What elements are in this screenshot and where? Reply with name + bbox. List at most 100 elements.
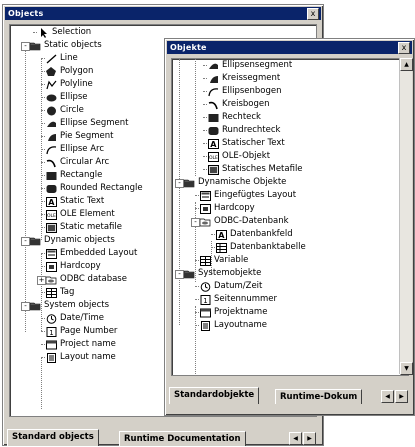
tree-item[interactable]: Systemobjekte xyxy=(184,267,261,280)
rounded-rectangle-icon xyxy=(208,126,219,136)
tree-expander-icon[interactable]: - xyxy=(175,270,184,279)
tree-item[interactable]: Kreissegment xyxy=(208,72,280,85)
tree-item[interactable]: Rundrechteck xyxy=(208,124,280,137)
scroll-down-icon[interactable]: ▼ xyxy=(400,362,413,375)
tree-item[interactable]: Polyline xyxy=(46,78,93,91)
tree-expander-icon[interactable]: - xyxy=(21,302,30,311)
tree-item[interactable]: Eingefügtes Layout xyxy=(200,189,296,202)
folder-icon xyxy=(184,178,195,188)
tree-item[interactable]: Static objects xyxy=(30,39,102,52)
tree-item[interactable]: 1 Page Number xyxy=(46,325,117,338)
vertical-scrollbar[interactable]: ▲ ▼ xyxy=(399,58,413,375)
tree-item[interactable]: Rechteck xyxy=(208,111,261,124)
tree-item[interactable]: A Static Text xyxy=(46,195,104,208)
svg-text:1: 1 xyxy=(49,329,53,337)
tree-item-label: Datum/Zeit xyxy=(214,281,263,291)
tab-scroll-right-icon[interactable]: ▶ xyxy=(303,432,316,445)
tree-item-label: OLE-Objekt xyxy=(222,151,271,161)
tree-item-label: Rundrechteck xyxy=(222,125,281,135)
tree-item[interactable]: Polygon xyxy=(46,65,93,78)
metafile-icon xyxy=(46,222,57,233)
tab-standardobjekte[interactable]: Standardobjekte xyxy=(169,387,260,404)
tree-item-label: Projektname xyxy=(214,307,268,317)
tree-item[interactable]: System objects xyxy=(30,299,109,312)
tree-item-label: Page Number xyxy=(60,326,118,336)
tree-item[interactable]: Layout name xyxy=(46,351,116,364)
tree-item-label: Ellipsensegment xyxy=(222,60,293,70)
tree-item[interactable]: Tag xyxy=(46,286,74,299)
tree-item[interactable]: Pie Segment xyxy=(46,130,113,143)
tree-item[interactable]: Datenbanktabelle xyxy=(216,241,306,254)
tree-item[interactable]: Layoutname xyxy=(200,319,267,332)
objekte-titlebar[interactable]: Objekte x xyxy=(167,41,412,54)
tree-item[interactable]: Hardcopy xyxy=(46,260,101,273)
tree-expander-icon[interactable]: - xyxy=(175,179,184,188)
tab-scroll-right-icon-de[interactable]: ▶ xyxy=(395,390,408,403)
line-icon xyxy=(46,54,57,64)
tree-item[interactable]: Ellipse Arc xyxy=(46,143,104,156)
tree-item-label: System objects xyxy=(44,300,110,310)
tree-item[interactable]: Circle xyxy=(46,104,84,117)
database-icon xyxy=(46,275,57,285)
objects-titlebar[interactable]: Objects x xyxy=(5,7,321,20)
tree-expander-icon[interactable]: - xyxy=(191,218,200,227)
tree-item[interactable]: ODBC database xyxy=(46,273,127,286)
svg-text:A: A xyxy=(48,198,55,207)
tree-item[interactable]: Ellipsenbogen xyxy=(208,85,282,98)
clock-icon xyxy=(46,313,57,324)
tree-item[interactable]: Projektname xyxy=(200,306,267,319)
tree-expander-icon[interactable]: - xyxy=(21,237,30,246)
tree-item-label: Dynamic objects xyxy=(44,235,115,245)
tree-item[interactable]: A Datenbankfeld xyxy=(216,228,293,241)
ellipse-arc-icon xyxy=(208,87,219,97)
folder-icon xyxy=(30,41,41,51)
tree-item[interactable]: Ellipsensegment xyxy=(208,59,292,72)
tree-item[interactable]: Datum/Zeit xyxy=(200,280,262,293)
svg-text:1: 1 xyxy=(203,297,207,305)
ole-icon: OLE xyxy=(208,151,219,162)
window-title-de: Objekte xyxy=(170,43,207,52)
tab-standard-objects[interactable]: Standard objects xyxy=(7,429,99,446)
ellipse-arc-icon xyxy=(46,145,57,155)
svg-text:A: A xyxy=(210,140,217,149)
tree-item[interactable]: Hardcopy xyxy=(200,202,255,215)
tree-item[interactable]: Dynamic objects xyxy=(30,234,115,247)
tree-item[interactable]: ODBC-Datenbank xyxy=(200,215,289,228)
scroll-up-icon[interactable]: ▲ xyxy=(400,58,413,71)
tree-item[interactable]: Line xyxy=(46,52,78,65)
tree-item[interactable]: Circular Arc xyxy=(46,156,109,169)
tree-item-label: Hardcopy xyxy=(214,203,255,213)
tree-item[interactable]: 1 Seitennummer xyxy=(200,293,277,306)
tree-item-label: Static metafile xyxy=(60,222,123,232)
tree-expander-icon[interactable]: - xyxy=(21,42,30,51)
close-button[interactable]: x xyxy=(307,8,319,20)
tree-expander-icon[interactable]: + xyxy=(37,276,46,285)
tree-item[interactable]: OLE OLE Element xyxy=(46,208,115,221)
svg-text:OLE: OLE xyxy=(47,213,56,219)
tree-item[interactable]: Static metafile xyxy=(46,221,122,234)
tab-scroll-left-icon-de[interactable]: ◀ xyxy=(381,390,394,403)
tree-item[interactable]: Variable xyxy=(200,254,248,267)
tree-item[interactable]: Ellipse Segment xyxy=(46,117,128,130)
tree-item-label: Circular Arc xyxy=(60,157,110,167)
tree-item[interactable]: Project name xyxy=(46,338,116,351)
tree-item[interactable]: Kreisbogen xyxy=(208,98,270,111)
tree-item[interactable]: Rounded Rectangle xyxy=(46,182,143,195)
circle-icon xyxy=(46,106,57,116)
tab-runtime-dokum[interactable]: Runtime-Dokum xyxy=(275,389,363,404)
tree-item[interactable]: Embedded Layout xyxy=(46,247,137,260)
tree-item[interactable]: Ellipse xyxy=(46,91,88,104)
tree-item[interactable]: A Statischer Text xyxy=(208,137,285,150)
tree-item-label: Circle xyxy=(60,105,84,115)
close-button-de[interactable]: x xyxy=(398,42,410,54)
tree-item[interactable]: Dynamische Objekte xyxy=(184,176,286,189)
tag-icon xyxy=(200,255,211,266)
tree-item[interactable]: Selection xyxy=(38,26,91,39)
tab-scroll-left-icon[interactable]: ◀ xyxy=(289,432,302,445)
tree-item[interactable]: Date/Time xyxy=(46,312,104,325)
hardcopy-icon xyxy=(46,261,57,272)
tree-item[interactable]: OLE OLE-Objekt xyxy=(208,150,270,163)
tree-item[interactable]: Statisches Metafile xyxy=(208,163,303,176)
tree-item[interactable]: Rectangle xyxy=(46,169,102,182)
tab-runtime-documentation[interactable]: Runtime Documentation xyxy=(119,431,246,446)
